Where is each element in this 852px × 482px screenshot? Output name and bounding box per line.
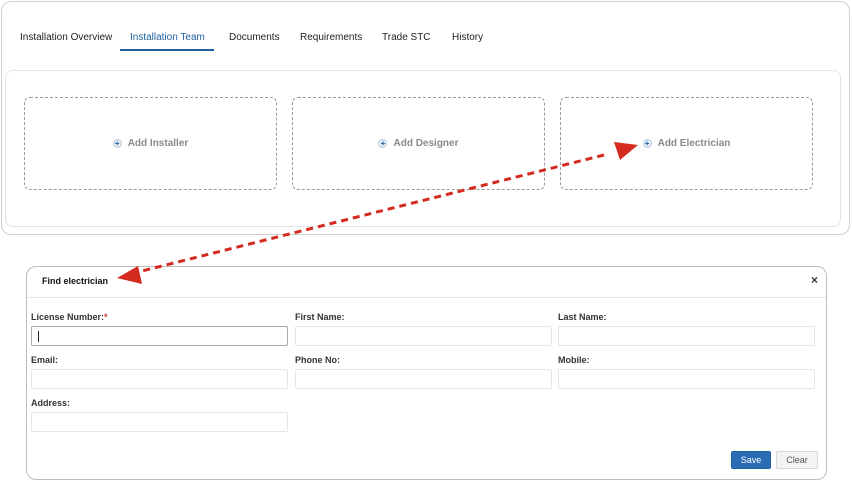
save-button[interactable]: Save (731, 451, 771, 469)
plus-circle-icon: + (112, 139, 122, 148)
email-label: Email: (31, 355, 59, 365)
last-name-input[interactable] (558, 326, 815, 346)
modal-title: Find electrician (42, 276, 109, 286)
tab-requirements[interactable]: Requirements (300, 32, 362, 43)
required-mark: * (104, 312, 108, 322)
clear-button[interactable]: Clear (776, 451, 818, 469)
last-name-label: Last Name: (558, 312, 607, 322)
mobile-input[interactable] (558, 369, 815, 389)
license-number-input[interactable] (31, 326, 288, 346)
tab-history[interactable]: History (452, 32, 483, 43)
phone-label: Phone No: (295, 355, 340, 365)
tab-bar: Installation Overview Installation Team … (2, 2, 849, 54)
address-label: Address: (31, 398, 71, 408)
tab-trade-stc[interactable]: Trade STC (382, 32, 431, 43)
installation-panel: Installation Overview Installation Team … (1, 1, 850, 235)
find-electrician-modal: Find electrician × License Number:* Firs… (26, 266, 827, 480)
tab-installation-team[interactable]: Installation Team (130, 32, 205, 43)
first-name-label: First Name: (295, 312, 345, 322)
email-input[interactable] (31, 369, 288, 389)
add-electrician-card[interactable]: + Add Electrician (560, 97, 813, 190)
text-caret (38, 331, 39, 342)
add-designer-card[interactable]: + Add Designer (292, 97, 545, 190)
plus-circle-icon: + (378, 139, 388, 148)
plus-circle-icon: + (642, 139, 652, 148)
phone-input[interactable] (295, 369, 552, 389)
license-number-label: License Number:* (31, 312, 108, 322)
modal-header: Find electrician × (27, 267, 826, 298)
active-tab-indicator (120, 49, 214, 51)
add-electrician-label: Add Electrician (657, 138, 731, 149)
add-installer-label: Add Installer (127, 138, 189, 149)
tab-installation-overview[interactable]: Installation Overview (20, 32, 112, 43)
license-number-label-text: License Number: (31, 312, 105, 322)
first-name-input[interactable] (295, 326, 552, 346)
close-icon[interactable]: × (811, 273, 818, 287)
address-input[interactable] (31, 412, 288, 432)
add-designer-label: Add Designer (393, 138, 459, 149)
team-cards-container: + Add Installer + Add Designer + Add Ele… (5, 70, 841, 227)
tab-documents[interactable]: Documents (229, 32, 280, 43)
add-installer-card[interactable]: + Add Installer (24, 97, 277, 190)
mobile-label: Mobile: (558, 355, 590, 365)
